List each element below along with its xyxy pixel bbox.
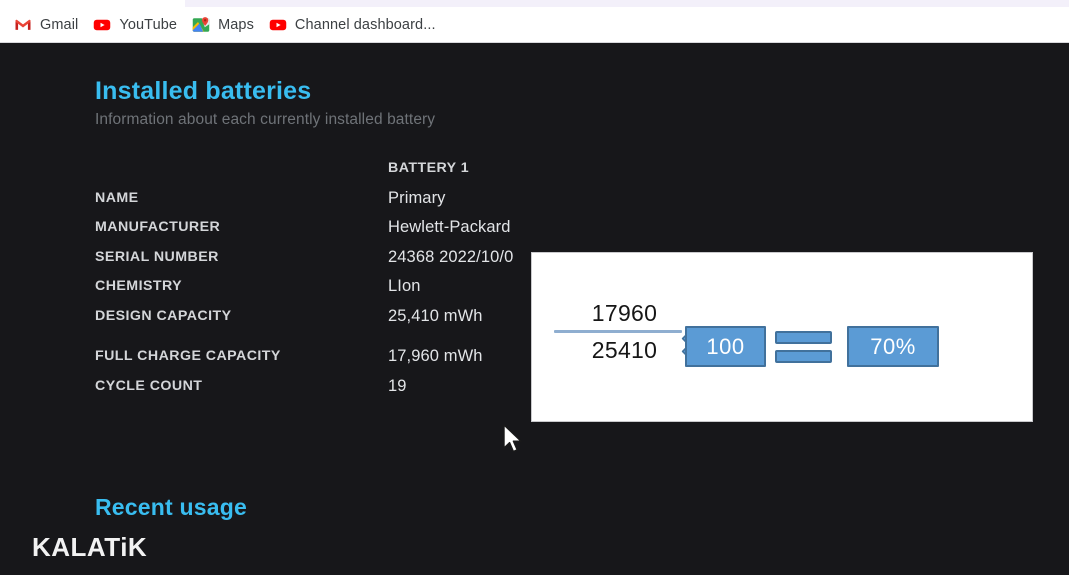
- table-column-header-battery-1: BATTERY 1: [388, 160, 470, 176]
- bookmarks-bar: Gmail YouTube Maps Channel dashboard...: [0, 7, 1069, 43]
- bookmark-channel-dashboard[interactable]: Channel dashboard...: [263, 12, 445, 38]
- gmail-icon: [14, 16, 32, 34]
- equals-bar-top: [775, 331, 832, 344]
- table-row-spacer: [95, 331, 513, 342]
- table-cell-label: SERIAL NUMBER: [95, 248, 219, 265]
- spacer-cell: [95, 331, 388, 342]
- table-cell-label: CYCLE COUNT: [95, 377, 203, 394]
- recent-usage-section: Recent usage: [95, 494, 247, 521]
- table-cell-value: 25,410 mWh: [388, 306, 483, 325]
- table-cell-value: Hewlett-Packard: [388, 218, 511, 236]
- table-row: DESIGN CAPACITY 25,410 mWh: [95, 302, 513, 332]
- bookmark-label: Gmail: [40, 16, 79, 33]
- table-cell-value: LIon: [388, 277, 421, 295]
- youtube-icon: [269, 16, 287, 34]
- recent-usage-title: Recent usage: [95, 494, 247, 520]
- table-cell-value: 24368 2022/10/0: [388, 247, 514, 266]
- table-cell-label: FULL CHARGE CAPACITY: [95, 348, 281, 364]
- bookmark-label: YouTube: [119, 16, 178, 33]
- table-row-label-empty: [95, 154, 388, 184]
- table-row: CHEMISTRY LIon: [95, 272, 513, 302]
- table-cell-label: MANUFACTURER: [95, 219, 221, 235]
- bookmark-youtube[interactable]: YouTube: [87, 12, 186, 38]
- bookmark-gmail[interactable]: Gmail: [8, 12, 87, 38]
- table-cell-label: DESIGN CAPACITY: [95, 307, 232, 324]
- table-cell-value: 17,960 mWh: [388, 347, 483, 365]
- youtube-icon: [93, 16, 111, 34]
- table-row-header: BATTERY 1: [95, 154, 513, 184]
- multiplier-box: 100: [685, 326, 766, 367]
- battery-info-table: BATTERY 1 NAME Primary MANUFACTURER Hewl…: [95, 154, 513, 401]
- installed-batteries-section: Installed batteries Information about ea…: [95, 78, 435, 129]
- table-row: SERIAL NUMBER 24368 2022/10/0: [95, 243, 513, 273]
- mouse-cursor: [503, 424, 522, 453]
- fraction-bar: [554, 330, 682, 333]
- math-explanation-overlay: 17960 25410 100 70%: [531, 252, 1033, 422]
- table-row: MANUFACTURER Hewlett-Packard: [95, 213, 513, 243]
- fraction-numerator: 17960: [591, 300, 658, 326]
- page-title: Installed batteries: [95, 77, 312, 105]
- table-row: FULL CHARGE CAPACITY 17,960 mWh: [95, 342, 513, 372]
- table-cell-value: Primary: [388, 188, 446, 207]
- fraction-group: 17960 25410: [554, 299, 682, 364]
- table-row: CYCLE COUNT 19: [95, 372, 513, 402]
- google-maps-icon: [192, 16, 210, 34]
- equals-icon: [775, 331, 832, 363]
- equals-bar-bottom: [775, 350, 832, 363]
- result-box: 70%: [847, 326, 939, 367]
- kalatik-watermark: KALATiK: [32, 532, 148, 562]
- table-cell-label: NAME: [95, 189, 139, 206]
- spacer-cell: [388, 331, 513, 342]
- bookmark-maps[interactable]: Maps: [186, 12, 263, 38]
- bookmark-label: Maps: [218, 16, 254, 33]
- bookmark-label: Channel dashboard...: [294, 16, 436, 33]
- table-cell-value: 19: [388, 376, 407, 395]
- fraction-denominator: 25410: [591, 337, 658, 363]
- page-subtitle: Information about each currently install…: [95, 111, 436, 129]
- table-cell-label: CHEMISTRY: [95, 278, 183, 294]
- browser-top-strip: [0, 0, 1069, 8]
- table-row: NAME Primary: [95, 184, 513, 214]
